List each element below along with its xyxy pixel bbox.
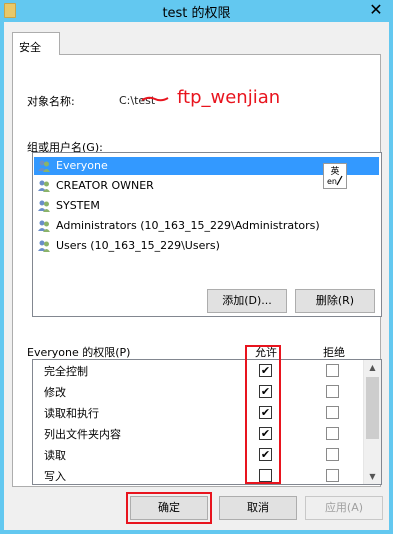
permission-name: 写入 xyxy=(44,470,66,483)
permission-name: 列出文件夹内容 xyxy=(44,428,121,441)
svg-text:英: 英 xyxy=(330,165,339,177)
list-item-label: Administrators (10_163_15_229\Administra… xyxy=(56,219,320,232)
deny-checkbox[interactable] xyxy=(326,364,339,377)
deny-checkbox[interactable] xyxy=(326,448,339,461)
permission-row: 读取 ✔ xyxy=(33,444,363,465)
permission-row: 读取和执行 ✔ xyxy=(33,402,363,423)
title-bar: test 的权限 ✕ xyxy=(0,0,393,23)
users-icon xyxy=(38,160,50,172)
users-icon xyxy=(38,180,50,192)
dialog-client-area: 安全 对象名称: C:\test ftp_wenjian 组或用户名(G): E… xyxy=(4,22,389,530)
svg-text:en: en xyxy=(327,177,337,186)
cancel-button[interactable]: 取消 xyxy=(219,496,297,520)
list-item[interactable]: SYSTEM xyxy=(34,197,380,215)
apply-button[interactable]: 应用(A) xyxy=(305,496,383,520)
scroll-down-icon[interactable]: ▼ xyxy=(364,472,381,481)
users-icon xyxy=(38,240,50,252)
ime-language-icon[interactable]: 英 en xyxy=(323,163,347,189)
permission-row: 完全控制 ✔ xyxy=(33,360,363,381)
tab-security[interactable]: 安全 xyxy=(12,32,60,55)
list-item-label: SYSTEM xyxy=(56,199,100,212)
ok-highlight-box xyxy=(126,492,212,524)
close-icon[interactable]: ✕ xyxy=(365,0,387,20)
allow-highlight-box xyxy=(245,345,281,484)
deny-checkbox[interactable] xyxy=(326,385,339,398)
list-item-label: CREATOR OWNER xyxy=(56,179,154,192)
permission-name: 修改 xyxy=(44,386,66,399)
window-frame-right xyxy=(389,22,393,534)
permissions-list: 完全控制 ✔ 修改 ✔ 读取和执行 ✔ 列出文件夹内容 ✔ 读取 ✔ 写入 ▲ … xyxy=(32,359,382,485)
scroll-thumb[interactable] xyxy=(366,377,379,439)
add-button[interactable]: 添加(D)... xyxy=(207,289,287,313)
remove-button[interactable]: 删除(R) xyxy=(295,289,375,313)
users-icon xyxy=(38,220,50,232)
red-scribble-annotation xyxy=(141,96,169,102)
window-frame-bottom xyxy=(0,530,393,534)
users-icon xyxy=(38,200,50,212)
permissions-scrollbar[interactable]: ▲ ▼ xyxy=(363,360,381,484)
permission-name: 完全控制 xyxy=(44,365,88,378)
permissions-label: Everyone 的权限(P) xyxy=(27,346,131,359)
security-panel: 对象名称: C:\test ftp_wenjian 组或用户名(G): Ever… xyxy=(12,54,382,487)
object-name-label: 对象名称: xyxy=(27,95,75,108)
permission-name: 读取和执行 xyxy=(44,407,99,420)
ime-glyph-icon: 英 en xyxy=(327,165,343,186)
list-item[interactable]: Users (10_163_15_229\Users) xyxy=(34,237,380,255)
permission-row: 修改 ✔ xyxy=(33,381,363,402)
deny-checkbox[interactable] xyxy=(326,469,339,482)
deny-checkbox[interactable] xyxy=(326,427,339,440)
deny-column-header: 拒绝 xyxy=(323,346,345,359)
annotation-text: ftp_wenjian xyxy=(177,87,281,108)
list-item-label: Everyone xyxy=(56,159,108,172)
list-item-label: Users (10_163_15_229\Users) xyxy=(56,239,220,252)
deny-checkbox[interactable] xyxy=(326,406,339,419)
permission-name: 读取 xyxy=(44,449,66,462)
permission-row: 写入 xyxy=(33,465,363,484)
scroll-up-icon[interactable]: ▲ xyxy=(364,363,381,372)
window-title: test 的权限 xyxy=(162,6,231,21)
permission-row: 列出文件夹内容 ✔ xyxy=(33,423,363,444)
list-item[interactable]: Administrators (10_163_15_229\Administra… xyxy=(34,217,380,235)
